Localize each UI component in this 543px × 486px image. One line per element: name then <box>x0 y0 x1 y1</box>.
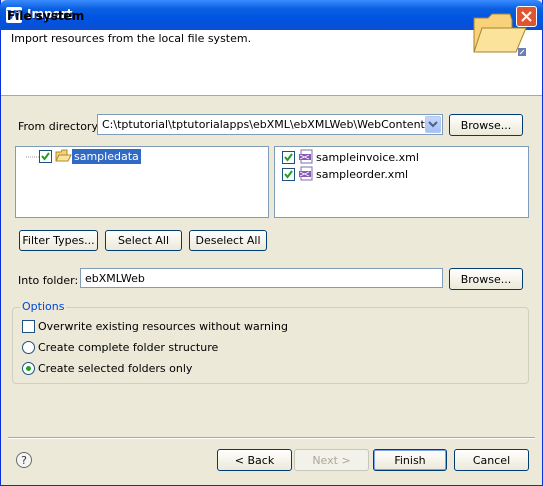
complete-structure-radio[interactable] <box>22 341 35 354</box>
from-directory-combo[interactable]: C:\tptutorial\tptutorialapps\ebXML\ebXML… <box>97 114 443 135</box>
xml-file-icon <box>299 166 313 181</box>
into-folder-label: Into folder: <box>18 274 79 287</box>
complete-structure-label[interactable]: Create complete folder structure <box>38 341 218 354</box>
chevron-down-icon <box>428 121 438 128</box>
overwrite-checkbox[interactable] <box>22 320 35 333</box>
radio-selected-dot <box>26 366 31 371</box>
browse-directory-button[interactable]: Browse... <box>449 114 523 136</box>
open-folder-icon <box>55 149 72 162</box>
back-button[interactable]: < Back <box>217 449 292 471</box>
folder-tree[interactable] <box>15 146 269 218</box>
from-directory-value: C:\tptutorial\tptutorialapps\ebXML\ebXML… <box>102 118 443 131</box>
sampledata-checkbox[interactable] <box>39 150 52 163</box>
filter-types-button[interactable]: Filter Types... <box>19 230 98 251</box>
help-icon[interactable]: ? <box>16 452 32 468</box>
finish-button[interactable]: Finish <box>373 449 447 471</box>
next-button[interactable]: Next > <box>294 449 369 471</box>
checkmark-icon <box>284 153 293 162</box>
file-item-sampleorder[interactable]: sampleorder.xml <box>316 168 408 181</box>
browse-folder-button[interactable]: Browse... <box>449 268 523 290</box>
deselect-all-button[interactable]: Deselect All <box>189 230 267 251</box>
page-title: File system <box>7 9 85 23</box>
checkmark-icon <box>284 170 293 179</box>
sampleorder-checkbox[interactable] <box>282 168 295 181</box>
file-item-sampleinvoice[interactable]: sampleinvoice.xml <box>316 151 419 164</box>
footer-separator <box>8 437 535 439</box>
selected-folders-label[interactable]: Create selected folders only <box>38 362 192 375</box>
page-description: Import resources from the local file sys… <box>11 32 252 45</box>
selected-folders-radio[interactable] <box>22 362 35 375</box>
select-all-button[interactable]: Select All <box>105 230 182 251</box>
sampleinvoice-checkbox[interactable] <box>282 151 295 164</box>
checkmark-icon <box>41 152 50 161</box>
tree-item-sampledata[interactable]: sampledata <box>72 149 141 164</box>
combo-dropdown-button[interactable] <box>425 116 441 133</box>
cancel-button[interactable]: Cancel <box>454 449 529 471</box>
from-directory-label: From directory: <box>18 120 101 133</box>
into-folder-value: ebXMLWeb <box>85 271 145 285</box>
into-folder-input[interactable]: ebXMLWeb <box>80 268 443 288</box>
xml-file-icon <box>299 149 313 164</box>
overwrite-label[interactable]: Overwrite existing resources without war… <box>38 320 288 333</box>
options-group-title: Options <box>20 300 67 313</box>
open-folder-icon <box>473 13 527 56</box>
